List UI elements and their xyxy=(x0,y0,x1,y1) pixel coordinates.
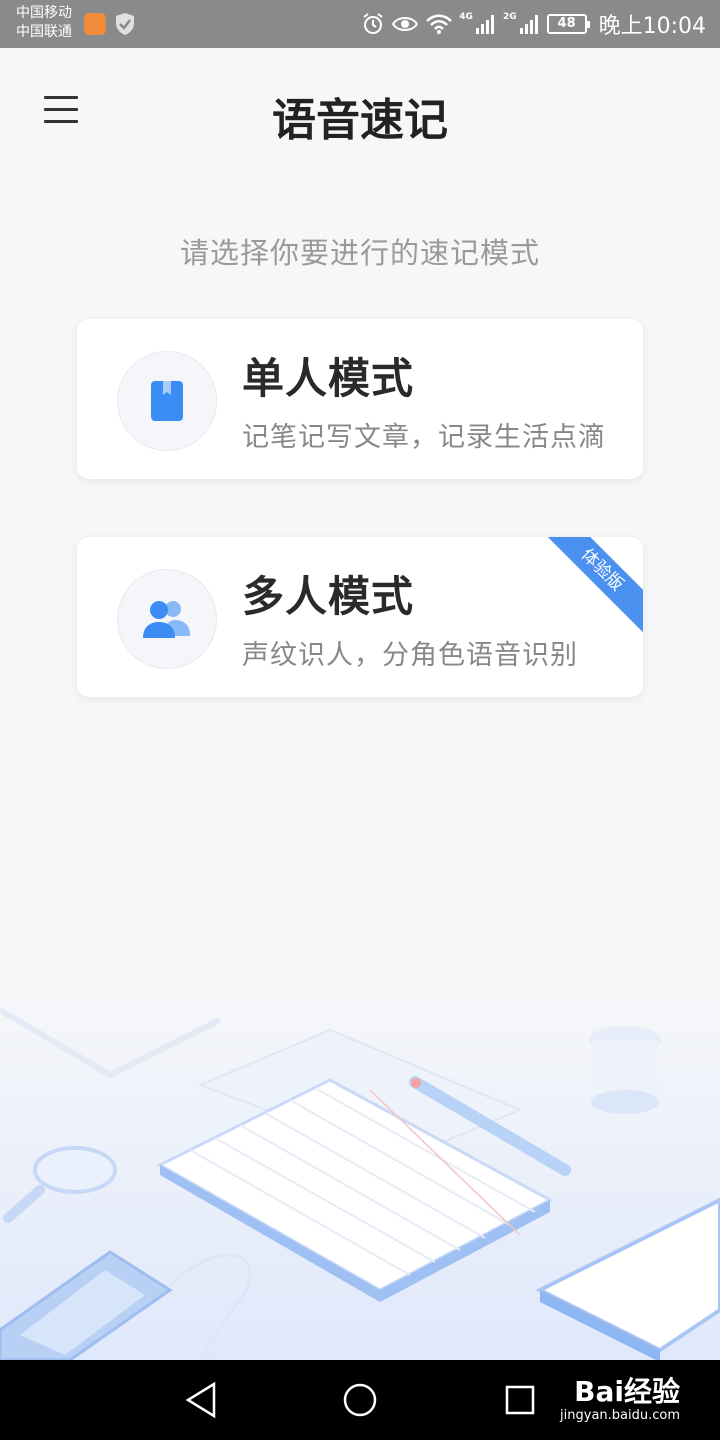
single-mode-desc: 记笔记写文章，记录生活点滴 xyxy=(242,422,606,453)
clock: 晚上10:04 xyxy=(598,14,706,39)
back-icon[interactable] xyxy=(184,1380,218,1420)
alarm-icon xyxy=(363,13,383,34)
page-title: 语音速记 xyxy=(272,95,448,146)
home-icon[interactable] xyxy=(342,1380,378,1420)
baidu-watermark-url: jingyan.baidu.com xyxy=(560,1408,680,1423)
users-icon xyxy=(117,569,217,669)
eye-icon xyxy=(392,17,419,31)
status-bar: 中国移动 中国联通 4G 2G 48 晚上10:04 xyxy=(0,0,720,48)
shield-icon xyxy=(116,13,134,35)
multi-mode-card[interactable]: 多人模式 声纹识人，分角色语音识别 体验版 xyxy=(77,537,643,697)
baidu-watermark: Bai经验 xyxy=(574,1375,680,1408)
signal-icon xyxy=(519,15,538,34)
single-mode-title: 单人模式 xyxy=(242,354,415,403)
carrier-2: 中国联通 xyxy=(16,24,72,40)
network-type-1: 4G xyxy=(459,12,473,22)
multi-mode-desc: 声纹识人，分角色语音识别 xyxy=(242,640,578,671)
status-icons: 4G 2G 48 晚上10:04 xyxy=(361,0,706,48)
system-nav-bar: Bai经验 jingyan.baidu.com xyxy=(0,1360,720,1440)
carrier-labels: 中国移动 中国联通 xyxy=(16,4,72,42)
multi-mode-title: 多人模式 xyxy=(242,572,415,621)
single-mode-card[interactable]: 单人模式 记笔记写文章，记录生活点滴 xyxy=(77,319,643,479)
recents-icon[interactable] xyxy=(504,1380,536,1420)
signal-icon xyxy=(475,15,494,34)
trial-badge: 体验版 xyxy=(531,537,643,641)
network-type-2: 2G xyxy=(502,12,517,22)
app-header: 语音速记 xyxy=(0,48,720,172)
wifi-icon xyxy=(426,14,453,34)
battery-indicator: 48 xyxy=(546,14,590,34)
carrier-1: 中国移动 xyxy=(16,5,72,21)
desk-illustration xyxy=(0,990,720,1360)
mode-prompt: 请选择你要进行的速记模式 xyxy=(179,236,540,270)
notebook-icon xyxy=(117,351,217,451)
uc-browser-icon xyxy=(84,13,106,35)
